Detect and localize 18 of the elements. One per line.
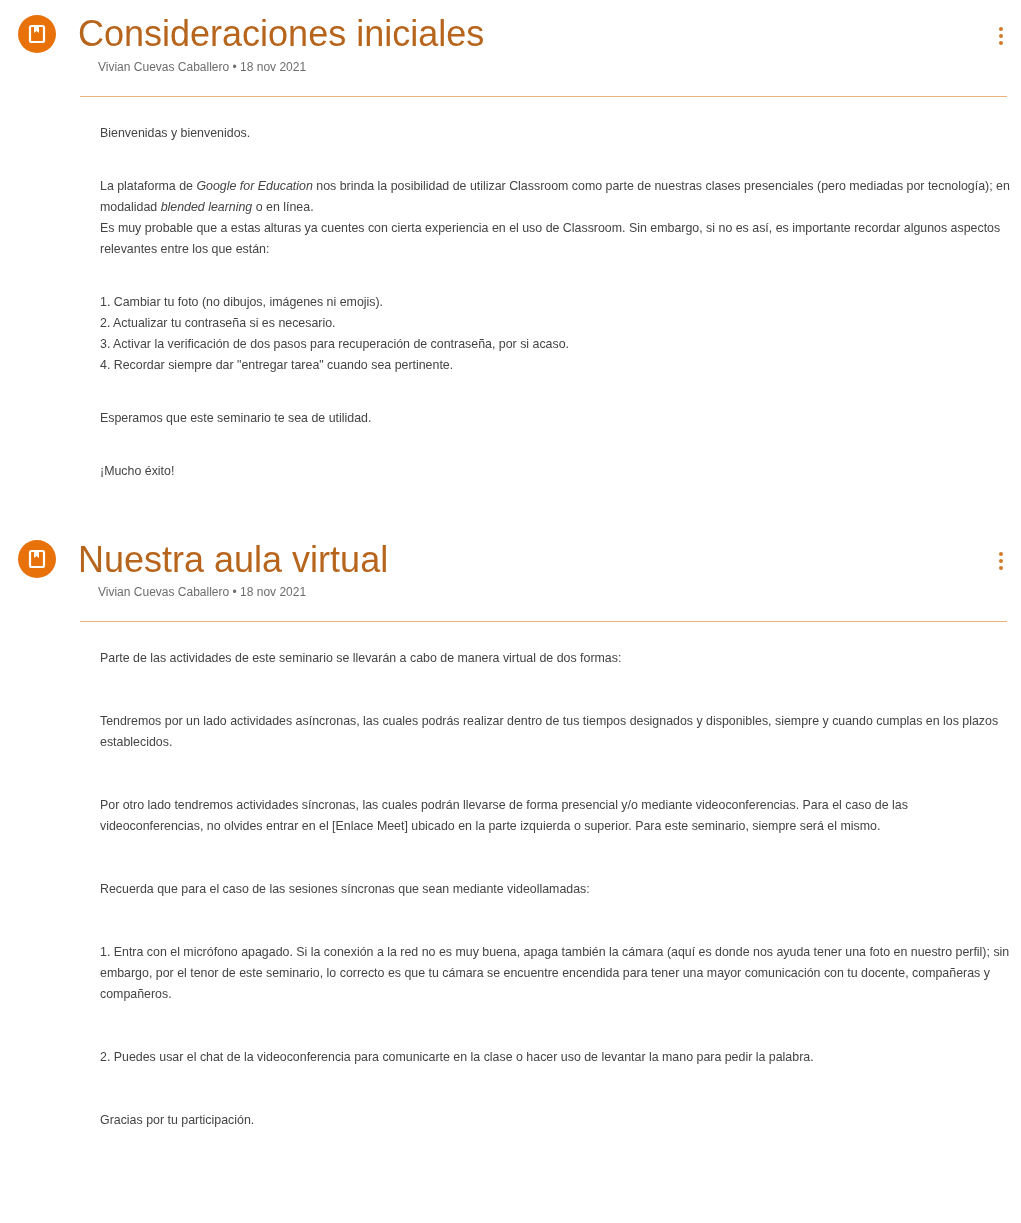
paragraph: Parte de las actividades de este seminario se llevarán a cabo de manera virtual de dos formas: (100, 650, 623, 668)
paragraph: Esperamos que este seminario te sea de utilidad. (100, 409, 373, 427)
paragraph: Tendremos por un lado actividades asíncronas, las cuales podrás realizar dentro de tus tiempos designados y disponibles, siempre y cuando cumplas en los plazos establecidos. (100, 713, 1000, 752)
paragraph: 1. Cambiar tu foto (no dibujos, imágenes ni emojis). 2. Actualizar tu contraseña si es necesario. 3. Activar la verificación de dos pasos para recuperación de contraseña, por si acaso. 4. Recordar siempre dar "entregar tarea" cuando sea pertinente. (100, 293, 571, 374)
paragraph: La plataforma de Google for Education nos brinda la posibilidad de utilizar Classroom como parte de nuestras clases presenciales (pero mediadas por tecnología); en modalidad blended learning o en línea. Es muy probable que a estas alturas ya cuentes con cierta experiencia en el uso de Classroom. Sin embargo, si no es así, es importante recordar algunos aspectos relevantes entre los que están: (100, 177, 1010, 258)
post-meta: Vivian Cuevas Caballero • 18 nov 2021 (98, 58, 308, 76)
paragraph: Por otro lado tendremos actividades síncronas, las cuales podrán llevarse de forma presencial y/o mediante videoconferencias. Para el caso de las videoconferencias, no olvides entrar en el [Enlace Meet] ubicado en la parte izquierda o superior. Para este seminario, siempre será el mismo. (100, 797, 909, 836)
paragraph: Bienvenidas y bienvenidos. (100, 124, 252, 142)
post-meta: Vivian Cuevas Caballero • 18 nov 2021 (98, 584, 308, 602)
paragraph: 2. Puedes usar el chat de la videoconferencia para comunicarte en la clase o hacer uso de levantar la mano para pedir la palabra. (100, 1049, 815, 1067)
material-icon (18, 14, 56, 53)
post-title: Consideraciones iniciales (78, 14, 485, 54)
paragraph: ¡Mucho éxito! (100, 462, 176, 480)
paragraph: 1. Entra con el micrófono apagado. Si la conexión a la red no es muy buena, apaga también la cámara (aquí es donde nos ayuda tener una foto en nuestro perfil); sin embargo, por el tenor de este seminario, lo correcto es que tu cámara se encuentre encendida para tener una mayor comunicación con tu docente, compañeras y compañeros. (100, 944, 1010, 1004)
material-icon (18, 540, 56, 579)
paragraph: Gracias por tu participación. (100, 1112, 256, 1130)
post-title: Nuestra aula virtual (78, 539, 389, 580)
paragraph: Recuerda que para el caso de las sesiones síncronas que sean mediante videollamadas: (100, 881, 591, 899)
